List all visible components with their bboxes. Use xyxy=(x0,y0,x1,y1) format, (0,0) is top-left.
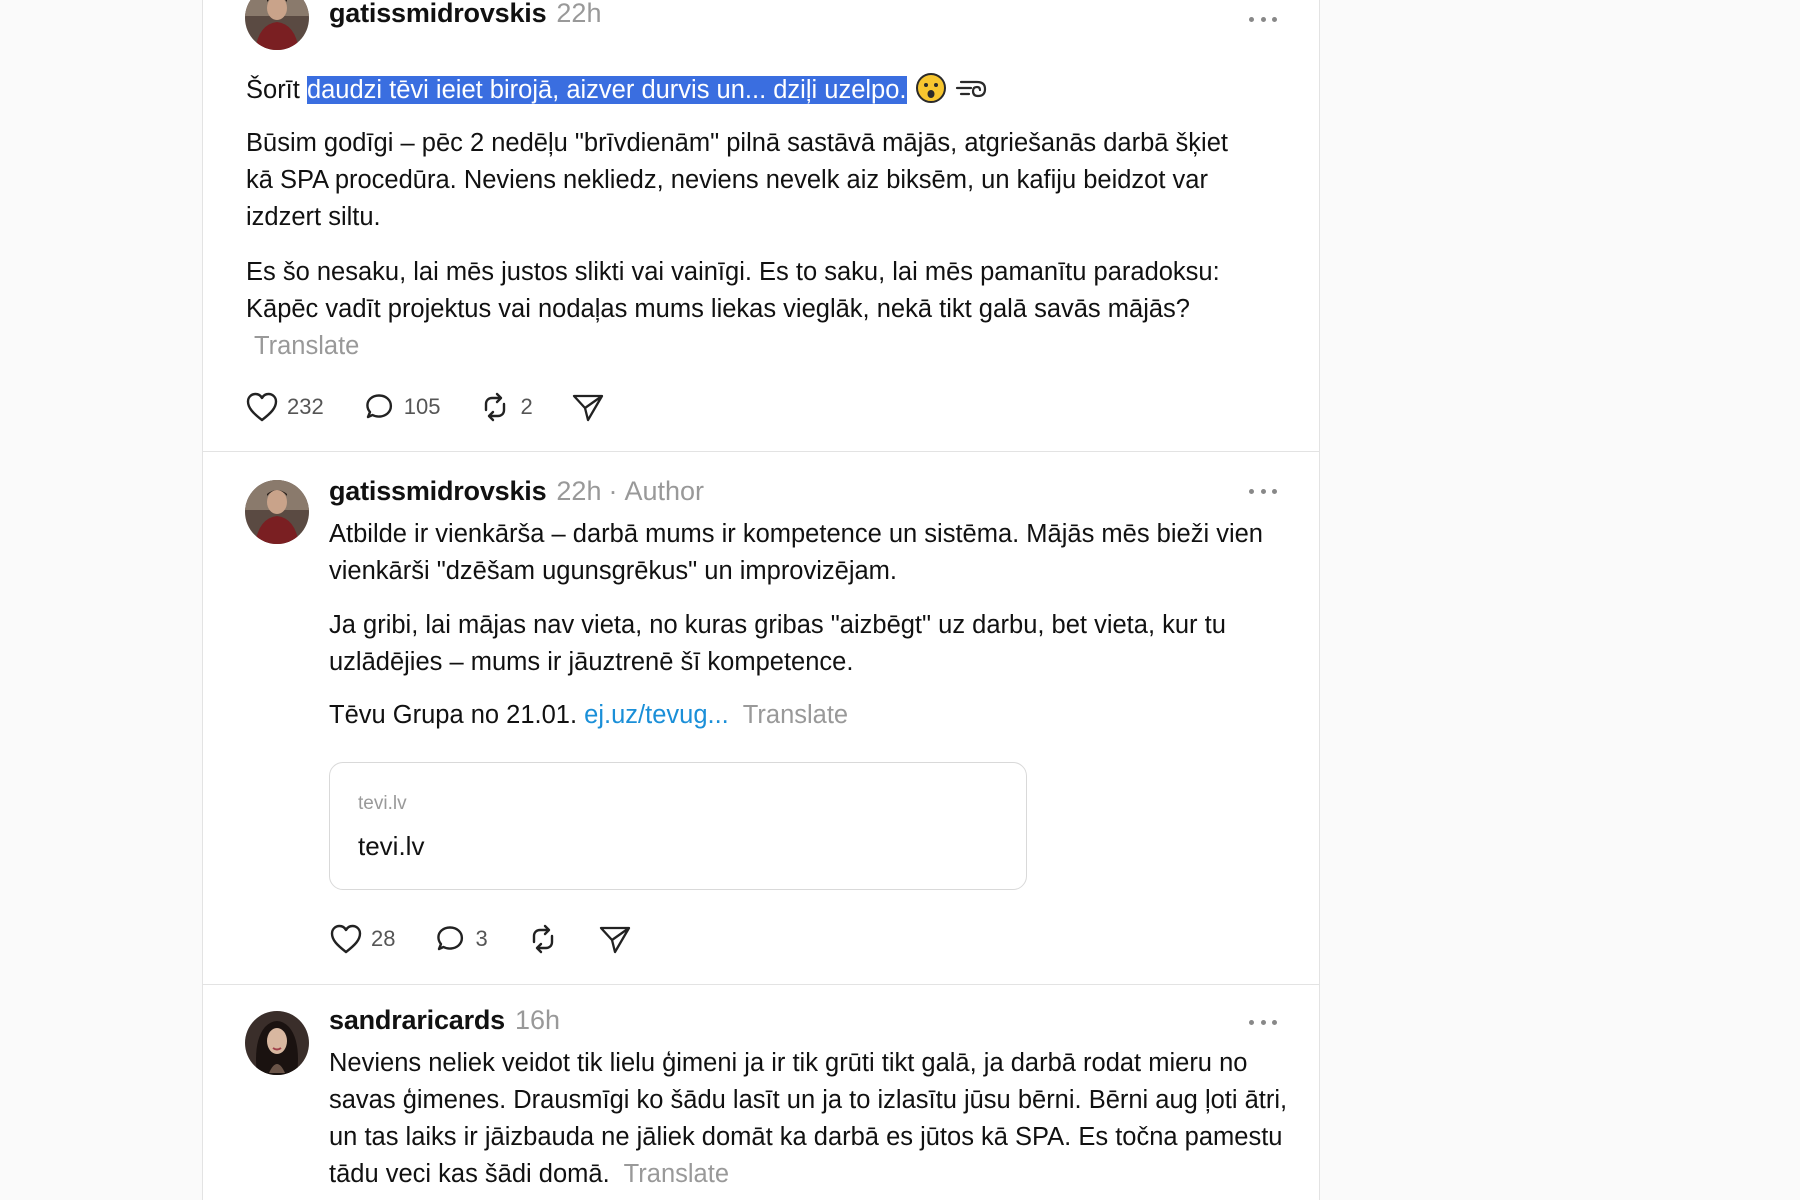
card-domain: tevi.lv xyxy=(358,793,407,814)
share-button[interactable] xyxy=(571,391,605,423)
reply-post: sandraricards 16h Neviens neliek veidot … xyxy=(203,985,1319,1200)
translate-link[interactable]: Translate xyxy=(743,701,848,729)
original-post: gatissmidrovskis 22h Šorīt daudzi tēvi i… xyxy=(203,0,1319,452)
avatar[interactable] xyxy=(245,1011,309,1075)
reply-count: 105 xyxy=(403,394,441,419)
translate-link[interactable]: Translate xyxy=(624,1160,729,1188)
reply-last-line: Tēvu Grupa no 21.01. ej.uz/tevug... Trans… xyxy=(329,697,1289,734)
share-button[interactable] xyxy=(598,923,632,955)
heart-icon xyxy=(330,924,362,954)
send-icon xyxy=(599,926,630,954)
username[interactable]: sandraricards xyxy=(329,1005,505,1036)
send-icon xyxy=(572,394,603,422)
username[interactable]: gatissmidrovskis xyxy=(329,476,547,507)
lead-text: Šorīt xyxy=(246,76,307,104)
like-button[interactable]: 28 xyxy=(329,923,395,955)
author-reply: gatissmidrovskis 22h · Author Atbilde ir… xyxy=(203,452,1319,984)
separator: · xyxy=(608,476,618,506)
reply-body: Neviens neliek veidot tik lielu ģimeni j… xyxy=(329,1049,1288,1188)
reply-paragraph: Ja gribi, lai mājas nav vieta, no kuras … xyxy=(329,611,1226,676)
avatar[interactable] xyxy=(245,0,309,50)
post-time[interactable]: 22h xyxy=(556,0,601,29)
reply-paragraph: Atbilde ir vienkārša – darbā mums ir kom… xyxy=(329,520,1263,585)
repost-count: 2 xyxy=(520,394,533,419)
reply-button[interactable]: 105 xyxy=(362,391,441,423)
more-options-icon[interactable] xyxy=(1249,1018,1277,1026)
dashing-away-icon xyxy=(955,72,989,115)
more-options-icon[interactable] xyxy=(1249,487,1277,495)
reply-button[interactable]: 3 xyxy=(433,923,488,955)
repost-icon xyxy=(532,924,553,954)
translate-link[interactable]: Translate xyxy=(254,332,359,360)
post-paragraph-text: Es šo nesaku, lai mēs justos slikti vai … xyxy=(246,258,1220,323)
reply-text: Neviens neliek veidot tik lielu ģimeni j… xyxy=(329,1045,1294,1193)
post-time[interactable]: 22h xyxy=(556,476,601,507)
card-title: tevi.lv xyxy=(358,831,425,861)
external-link[interactable]: ej.uz/tevug... xyxy=(584,701,729,729)
repost-icon xyxy=(485,392,506,422)
selected-text: daudzi tēvi ieiet birojā, aizver durvis … xyxy=(306,76,907,104)
comment-icon xyxy=(365,394,392,419)
like-count: 28 xyxy=(371,926,396,951)
reply-actions: 28 3 xyxy=(329,922,670,956)
comment-icon xyxy=(437,926,464,951)
reply-text: Tēvu Grupa no 21.01. xyxy=(329,701,585,729)
author-badge: Author xyxy=(624,476,705,506)
thread-feed: gatissmidrovskis 22h Šorīt daudzi tēvi i… xyxy=(202,0,1320,1200)
like-count: 232 xyxy=(287,394,324,419)
post-paragraph: Būsim godīgi – pēc 2 nedēļu "brīvdienām"… xyxy=(246,129,1228,231)
post-lead-line: Šorīt daudzi tēvi ieiet birojā, aizver d… xyxy=(246,72,1246,115)
avatar[interactable] xyxy=(245,480,309,544)
astonished-face-icon xyxy=(915,72,947,115)
username[interactable]: gatissmidrovskis xyxy=(329,0,547,29)
repost-button[interactable] xyxy=(526,922,560,956)
reply-count: 3 xyxy=(475,926,488,951)
repost-button[interactable]: 2 xyxy=(478,390,533,424)
like-button[interactable]: 232 xyxy=(245,391,324,423)
heart-icon xyxy=(246,392,278,422)
post-paragraph: Es šo nesaku, lai mēs justos slikti vai … xyxy=(246,254,1246,365)
more-options-icon[interactable] xyxy=(1249,15,1277,23)
post-time[interactable]: 16h xyxy=(515,1005,560,1036)
post-actions: 232 105 2 xyxy=(245,390,643,424)
link-preview-card[interactable]: tevi.lv tevi.lv xyxy=(329,762,1027,890)
